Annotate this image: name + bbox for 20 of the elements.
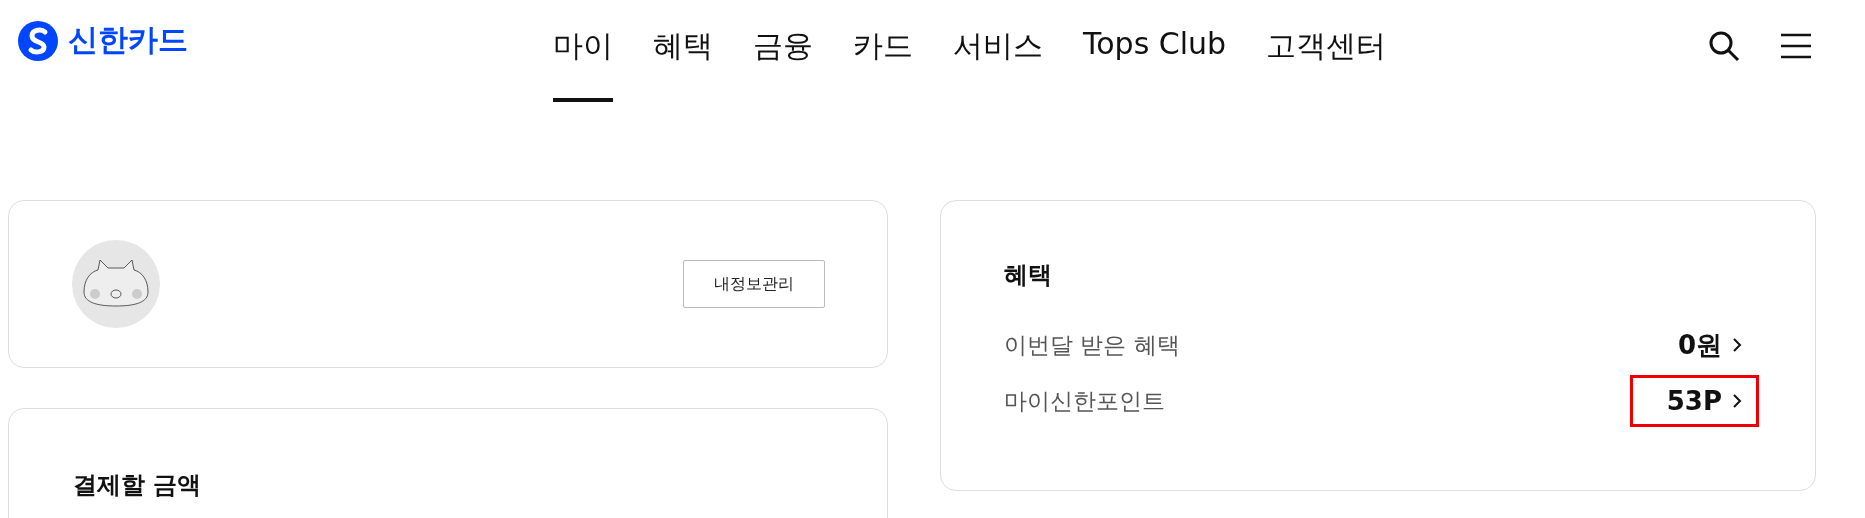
benefit-label: 이번달 받은 혜택 [1004, 330, 1180, 360]
benefit-title: 혜택 [1004, 260, 1053, 291]
nav-tab[interactable]: 혜택 [653, 26, 713, 102]
nav-tab[interactable]: Tops Club [1083, 26, 1227, 102]
benefit-value-link[interactable]: 0원 [1640, 316, 1759, 374]
nav-tab[interactable]: 금융 [753, 26, 813, 102]
search-icon[interactable] [1708, 30, 1740, 62]
chevron-icon [1732, 337, 1742, 353]
profile-button[interactable]: 내정보관리 [683, 260, 825, 308]
logo-text[interactable]: 신한카드 [68, 20, 188, 61]
nav-tab[interactable]: 카드 [853, 26, 913, 102]
logo-icon[interactable] [18, 20, 58, 61]
chevron-icon [1732, 393, 1742, 409]
nav-tab[interactable]: 고객센터 [1266, 26, 1387, 102]
benefit-label: 마이신한포인트 [1004, 386, 1165, 416]
nav-tab[interactable]: 서비스 [953, 26, 1043, 102]
nav-tab[interactable]: 마이 [553, 26, 613, 102]
avatar-icon [72, 240, 160, 328]
benefit-value-link[interactable]: 53P [1629, 375, 1759, 427]
payment-title: 결제할 금액 [73, 471, 202, 499]
